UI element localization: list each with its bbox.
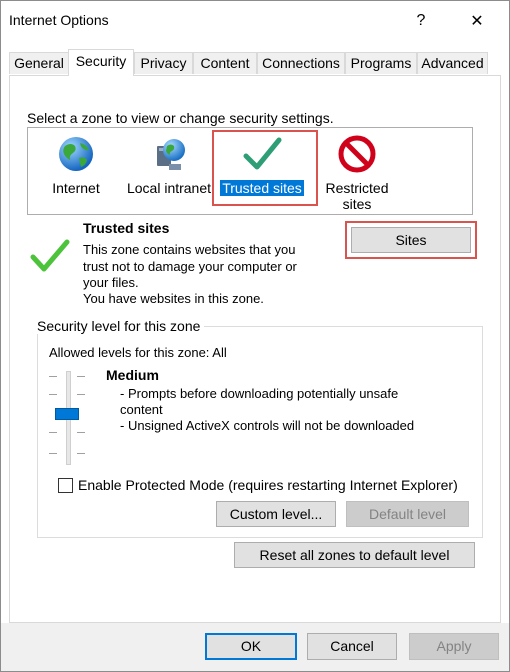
tab-privacy[interactable]: Privacy <box>134 52 193 74</box>
slider-tick <box>49 394 57 395</box>
protected-mode-checkbox[interactable] <box>58 478 73 493</box>
level-desc-line3: - Unsigned ActiveX controls will not be … <box>120 418 415 433</box>
level-desc-line2: content <box>120 402 163 417</box>
ok-button[interactable]: OK <box>205 633 297 660</box>
zone-info-line2: trust not to damage your computer or <box>83 259 297 274</box>
intranet-icon <box>157 139 185 170</box>
window-title: Internet Options <box>9 12 109 28</box>
help-button[interactable]: ? <box>401 7 441 35</box>
sites-button-highlight <box>345 221 477 259</box>
slider-tick <box>49 453 57 454</box>
zone-restricted-sites[interactable]: Restricted sites <box>318 134 396 212</box>
close-button[interactable]: ✕ <box>457 7 497 35</box>
globe-icon <box>59 137 93 171</box>
zone-local-intranet[interactable]: Local intranet <box>124 134 214 196</box>
slider-tick <box>77 453 85 454</box>
restricted-icon <box>338 135 376 173</box>
security-level-name: Medium <box>106 367 159 383</box>
tab-advanced[interactable]: Advanced <box>417 52 488 74</box>
slider-tick <box>77 376 85 377</box>
zone-internet-label: Internet <box>52 180 100 196</box>
cancel-button[interactable]: Cancel <box>307 633 397 660</box>
title-bar: Internet Options ? ✕ <box>1 1 509 39</box>
zone-local-intranet-label: Local intranet <box>126 180 212 196</box>
default-level-button[interactable]: Default level <box>346 501 469 527</box>
zone-restricted-label-line2: sites <box>342 196 372 212</box>
allowed-levels-text: Allowed levels for this zone: All <box>49 345 227 360</box>
internet-options-window: Internet Options ? ✕ General Security Pr… <box>0 0 510 672</box>
slider-tick <box>77 394 85 395</box>
slider-tick <box>49 376 57 377</box>
tab-connections[interactable]: Connections <box>257 52 345 74</box>
security-slider-thumb[interactable] <box>55 408 79 420</box>
reset-all-zones-button[interactable]: Reset all zones to default level <box>234 542 475 568</box>
zone-info-title: Trusted sites <box>83 220 170 236</box>
zone-info-line3: your files. <box>83 275 139 290</box>
tab-programs[interactable]: Programs <box>345 52 417 74</box>
zone-info-line1: This zone contains websites that you <box>83 242 296 257</box>
slider-tick <box>77 432 85 433</box>
trusted-sites-highlight <box>212 130 318 206</box>
apply-button[interactable]: Apply <box>409 633 499 660</box>
checkmark-large-icon <box>30 239 70 272</box>
custom-level-button[interactable]: Custom level... <box>216 501 336 527</box>
tab-general[interactable]: General <box>9 52 69 74</box>
level-desc-line1: - Prompts before downloading potentially… <box>120 386 399 401</box>
security-level-title: Security level for this zone <box>33 318 205 334</box>
zone-restricted-label-line1: Restricted <box>325 180 389 196</box>
zone-instruction: Select a zone to view or change security… <box>27 110 334 126</box>
tab-security[interactable]: Security <box>68 49 134 76</box>
zone-info-line4: You have websites in this zone. <box>83 291 264 306</box>
tab-content[interactable]: Content <box>193 52 257 74</box>
slider-tick <box>49 432 57 433</box>
protected-mode-label[interactable]: Enable Protected Mode (requires restarti… <box>78 477 458 493</box>
zone-internet[interactable]: Internet <box>42 134 110 196</box>
